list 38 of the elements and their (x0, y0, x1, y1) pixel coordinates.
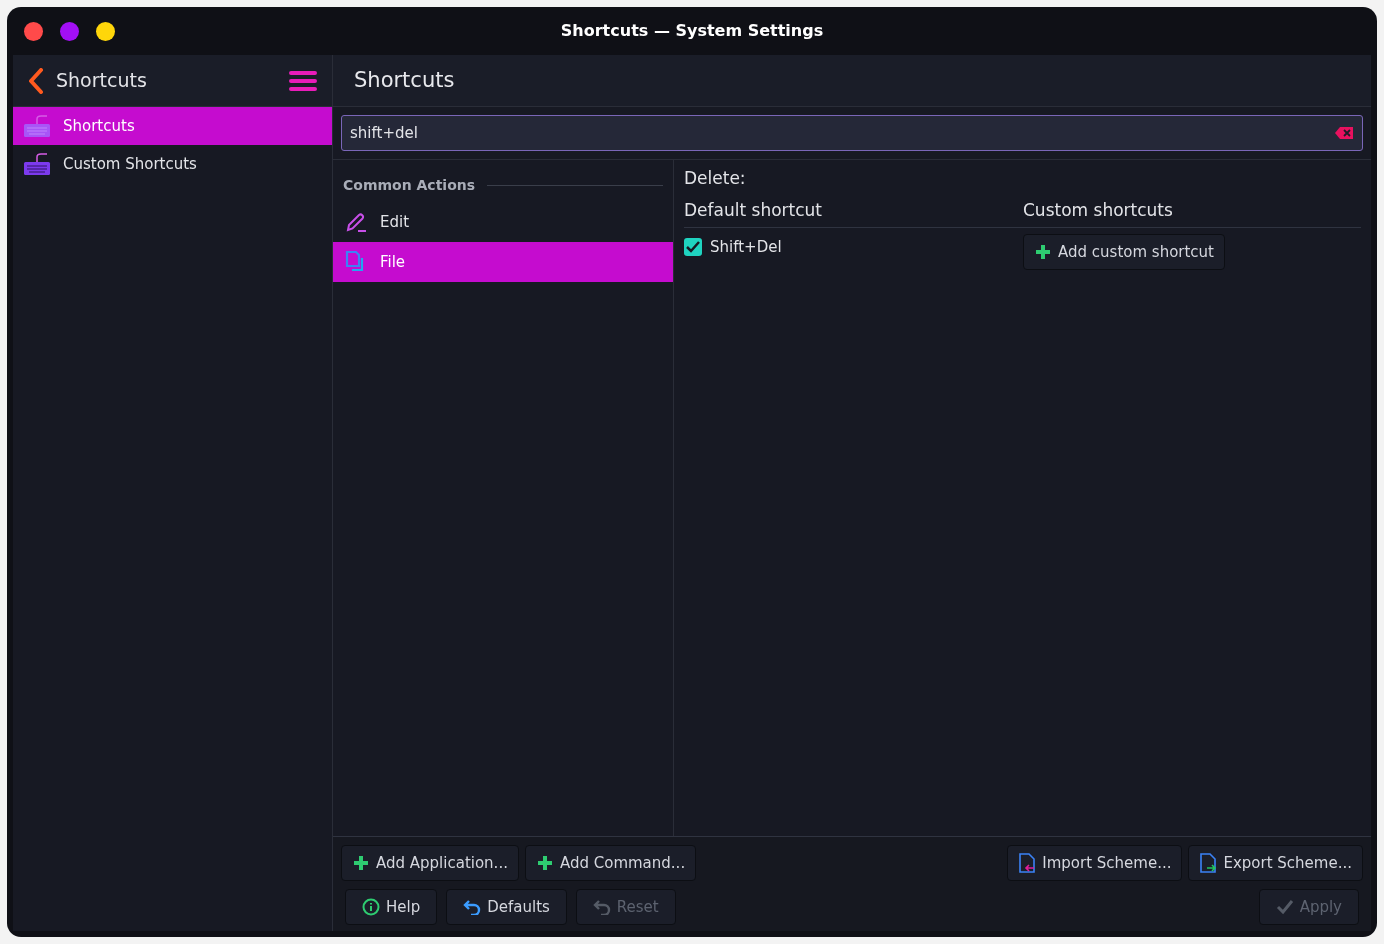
sidebar-item[interactable]: Custom Shortcuts (13, 145, 332, 183)
action-title: Delete: (684, 167, 747, 190)
export-button[interactable]: Export Scheme... (1188, 845, 1363, 881)
undo-icon (463, 899, 482, 915)
keyboard-icon (23, 152, 51, 176)
add-button[interactable]: Add Application... (341, 845, 519, 881)
plus-icon (1034, 243, 1052, 261)
plus-icon (352, 854, 370, 872)
shortcut-label: Shift+Del (710, 236, 782, 258)
minimize-button[interactable] (60, 21, 79, 41)
import-button[interactable]: Import Scheme... (1007, 845, 1183, 881)
sidebar-title: Shortcuts (56, 68, 148, 94)
action-category[interactable]: Edit (333, 202, 673, 242)
keyboard-icon (23, 114, 51, 138)
footer-button[interactable]: Defaults (446, 889, 567, 925)
add-button[interactable]: Add Command... (524, 845, 697, 881)
undo-icon (592, 899, 611, 915)
page-title: Shortcuts (354, 66, 455, 94)
column-header: Custom shortcuts (1023, 198, 1173, 222)
clear-icon[interactable] (1334, 126, 1354, 140)
plus-icon (535, 854, 554, 872)
action-category[interactable]: File (333, 242, 673, 282)
menu-icon[interactable] (289, 69, 317, 92)
info-icon (362, 898, 380, 916)
pencil-icon (344, 210, 368, 234)
window-title: Shortcuts — System Settings (560, 20, 824, 42)
close-button[interactable] (24, 21, 43, 41)
maximize-button[interactable] (96, 21, 115, 41)
section-heading: Common Actions (343, 175, 476, 195)
column-header: Default shortcut (684, 198, 823, 222)
add-custom-shortcut-button[interactable]: Add custom shortcut (1023, 234, 1225, 270)
document-export-icon (1199, 853, 1218, 873)
search-field[interactable]: shift+del (341, 115, 1363, 151)
checkmark-icon (1275, 899, 1294, 915)
document-import-icon (1018, 853, 1037, 873)
checkbox[interactable] (684, 238, 702, 256)
footer-button[interactable]: Help (345, 889, 438, 925)
sidebar-item[interactable]: Shortcuts (13, 107, 332, 145)
